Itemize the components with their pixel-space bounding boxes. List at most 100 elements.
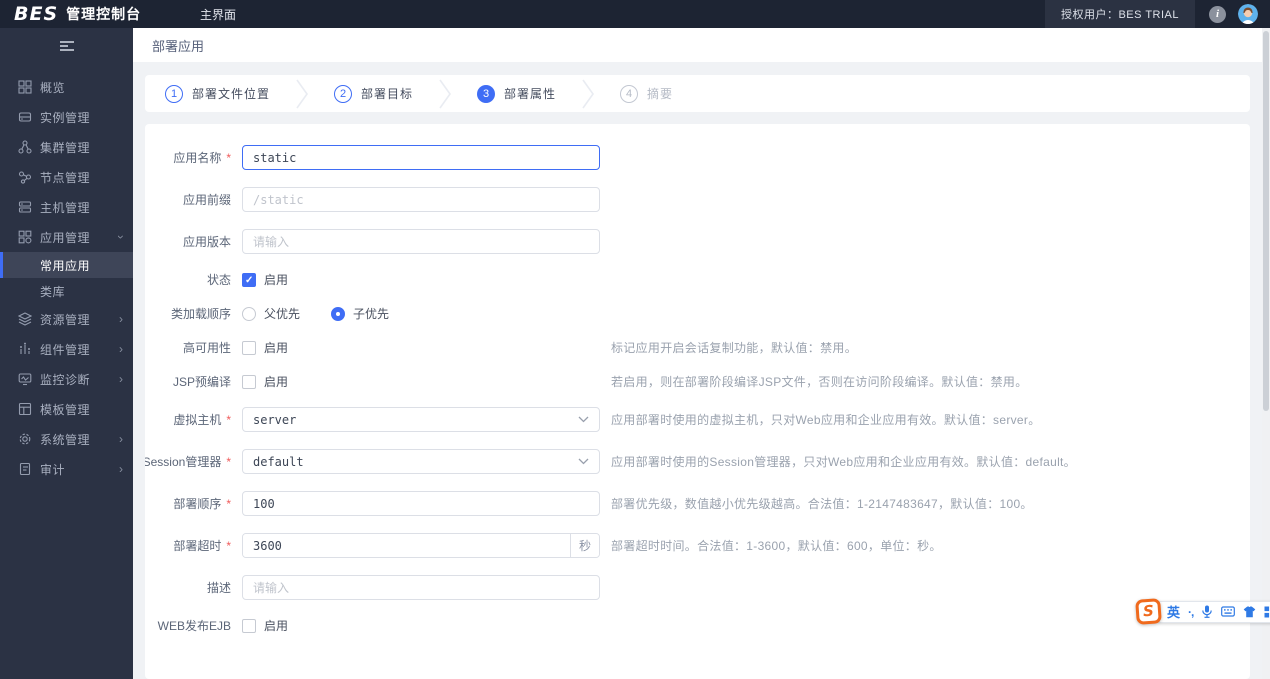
- form-rows: 应用名称*应用前缀应用版本状态启用类加载顺序父优先子优先高可用性启用标记应用开启…: [145, 145, 1250, 634]
- ime-bar: 英 ·,: [1158, 600, 1270, 623]
- virtual-keyboard-icon[interactable]: [1221, 606, 1236, 617]
- form-row-web-publish-ejb: WEB发布EJB 启用: [145, 617, 1250, 634]
- high-availability-label: 高可用性: [182, 341, 231, 355]
- sidebar-item-label: 节点管理: [40, 170, 91, 185]
- step-wizard: 1 部署文件位置 2 部署目标 3 部署属性 4 摘要: [145, 75, 1250, 112]
- sidebar-item-label: 审计: [40, 462, 66, 477]
- required-asterisk: *: [226, 496, 231, 511]
- sidebar-item-label: 模板管理: [40, 402, 91, 417]
- tab-main-ui[interactable]: 主界面: [200, 6, 236, 23]
- web-publish-ejb-label: WEB发布EJB: [157, 619, 231, 633]
- web-publish-ejb-control: 启用: [242, 617, 600, 634]
- step-number: 3: [477, 84, 496, 103]
- vertical-scrollbar[interactable]: [1262, 28, 1270, 679]
- scrollbar-thumb[interactable]: [1263, 31, 1269, 411]
- sidebar-item-app[interactable]: 应用管理 ›: [0, 222, 133, 252]
- jsp-precompile-control: 启用: [242, 373, 600, 390]
- wizard-step-4[interactable]: 4 摘要: [620, 84, 673, 103]
- virtual-host-select[interactable]: server: [242, 407, 600, 432]
- sidebar-item-instance[interactable]: 实例管理: [0, 102, 133, 132]
- deploy-order-label: 部署顺序 *: [173, 496, 231, 512]
- toolbox-icon[interactable]: [1264, 606, 1270, 618]
- sogou-logo-icon[interactable]: S: [1135, 598, 1162, 625]
- web-publish-ejb-checkbox[interactable]: [242, 618, 256, 633]
- deploy-timeout-input[interactable]: [243, 534, 570, 557]
- app-version-control: [242, 229, 600, 254]
- jsp-precompile-checkbox[interactable]: [242, 374, 256, 389]
- skin-icon[interactable]: [1243, 605, 1256, 618]
- step-number: 1: [165, 84, 183, 103]
- high-availability-checkbox-label: 启用: [264, 341, 289, 355]
- sidebar-collapse-icon[interactable]: [0, 28, 133, 64]
- sidebar-item-component[interactable]: 组件管理 ›: [0, 334, 133, 364]
- wizard-step-1[interactable]: 1 部署文件位置: [165, 84, 270, 103]
- sidebar-item-host[interactable]: 主机管理: [0, 192, 133, 222]
- status-checkbox[interactable]: [242, 272, 256, 287]
- description-input[interactable]: [242, 575, 600, 600]
- high-availability-control: 启用: [242, 339, 600, 356]
- ime-punctuation-toggle[interactable]: ·,: [1188, 605, 1194, 619]
- wizard-step-3[interactable]: 3 部署属性: [477, 84, 557, 103]
- high-availability-checkbox[interactable]: [242, 340, 256, 355]
- session-manager-label: Session管理器 *: [145, 454, 231, 470]
- avatar[interactable]: [1238, 4, 1258, 24]
- sidebar-item-common-app[interactable]: 常用应用: [0, 252, 133, 278]
- ime-toolbar: S 英 ·,: [1135, 598, 1270, 625]
- status-control: 启用: [242, 271, 600, 288]
- form-row-app-prefix: 应用前缀: [145, 187, 1250, 212]
- component-icon: [18, 342, 32, 356]
- deploy-order-input[interactable]: [242, 491, 600, 516]
- status-label: 状态: [206, 273, 231, 287]
- audit-icon: [18, 462, 32, 476]
- class-load-order-control: 父优先 子优先: [242, 305, 600, 322]
- monitor-icon: [18, 372, 32, 386]
- sidebar-item-overview[interactable]: 概览: [0, 72, 133, 102]
- licensed-user-label: 授权用户：BES TRIAL: [1044, 0, 1195, 28]
- high-availability-help-text: 标记应用开启会话复制功能，默认值：禁用。: [611, 341, 858, 355]
- sidebar-item-monitor[interactable]: 监控诊断 ›: [0, 364, 133, 394]
- sidebar-item-template[interactable]: 模板管理: [0, 394, 133, 424]
- session-manager-select[interactable]: default: [242, 449, 600, 474]
- sidebar-item-label: 实例管理: [40, 110, 91, 125]
- sidebar-item-class-lib[interactable]: 类库: [0, 278, 133, 304]
- template-icon: [18, 402, 32, 416]
- sidebar-item-cluster[interactable]: 集群管理: [0, 132, 133, 162]
- chevron-right-icon: ›: [119, 432, 123, 446]
- form-row-deploy-timeout: 部署超时* 秒部署超时时间。合法值：1-3600，默认值：600，单位：秒。: [145, 533, 1250, 558]
- required-asterisk: *: [226, 454, 231, 469]
- required-asterisk: *: [226, 538, 231, 553]
- app-version-input[interactable]: [242, 229, 600, 254]
- class-load-order-radio-0[interactable]: [242, 306, 256, 321]
- virtual-host-help-text: 应用部署时使用的虚拟主机，只对Web应用和企业应用有效。默认值：server。: [611, 413, 1041, 427]
- app-version-label: 应用版本: [182, 235, 231, 249]
- app-name-input[interactable]: [242, 145, 600, 170]
- deploy-timeout-input-group: 秒: [242, 533, 600, 558]
- microphone-icon[interactable]: [1201, 605, 1213, 618]
- virtual-host-control: server: [242, 407, 600, 432]
- virtual-host-selected-value: server: [253, 412, 297, 427]
- deploy-timeout-unit-label: 秒: [570, 534, 599, 557]
- ime-language-toggle[interactable]: 英: [1167, 602, 1180, 621]
- required-asterisk: *: [226, 412, 231, 427]
- jsp-precompile-checkbox-label: 启用: [264, 375, 289, 389]
- class-load-order-radio-1[interactable]: [331, 306, 346, 321]
- app-icon: [18, 230, 32, 244]
- overview-icon: [18, 80, 32, 94]
- step-label: 部署属性: [504, 87, 557, 101]
- sidebar-item-audit[interactable]: 审计 ›: [0, 454, 133, 484]
- avatar-face-icon: [1238, 4, 1258, 24]
- info-icon[interactable]: i: [1209, 5, 1226, 23]
- jsp-precompile-label: JSP预编译: [172, 375, 231, 389]
- description-label: 描述: [206, 581, 231, 595]
- sidebar-menu: 概览实例管理集群管理节点管理主机管理 应用管理 › 常用应用 类库 资源管理 › 组件管理 › 监…: [0, 64, 133, 484]
- sidebar-item-system[interactable]: 系统管理 ›: [0, 424, 133, 454]
- sidebar-item-resource[interactable]: 资源管理 ›: [0, 304, 133, 334]
- topbar: BES 管理控制台 主界面 授权用户：BES TRIAL i: [0, 0, 1270, 28]
- chevron-right-icon: ›: [119, 462, 123, 476]
- sidebar-item-label: 集群管理: [40, 140, 91, 155]
- sidebar-item-node[interactable]: 节点管理: [0, 162, 133, 192]
- step-number: 2: [334, 84, 353, 103]
- app-prefix-input[interactable]: [242, 187, 600, 212]
- wizard-step-2[interactable]: 2 部署目标: [334, 84, 413, 103]
- form-row-jsp-precompile: JSP预编译 启用 若启用，则在部署阶段编译JSP文件，否则在访问阶段编译。默认值：…: [145, 373, 1250, 390]
